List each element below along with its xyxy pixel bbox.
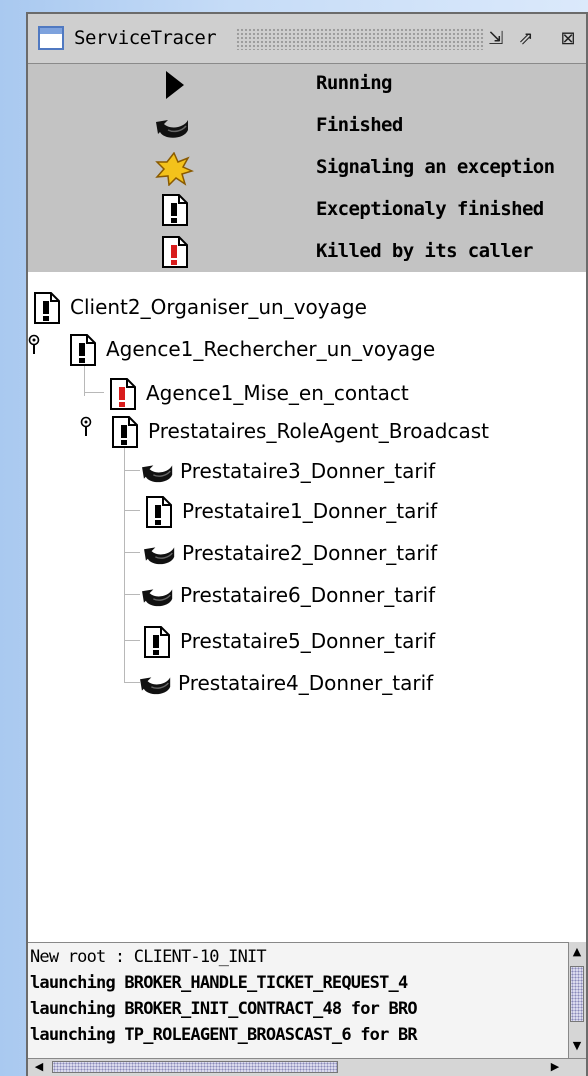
- tree-node-label: Agence1_Rechercher_un_voyage: [106, 337, 436, 361]
- service-tracer-window: ServiceTracer ⇲ ⇗ ⊠ Running Finished Sig…: [26, 12, 588, 1076]
- log-vertical-scrollbar[interactable]: ▲ ▼: [568, 942, 586, 1058]
- scroll-thumb[interactable]: [52, 1061, 338, 1073]
- tree-connector: [124, 640, 140, 641]
- tree-connector: [124, 510, 140, 511]
- expand-toggle-icon[interactable]: [80, 416, 94, 438]
- tree-connector: [124, 552, 140, 553]
- tree-connector: [124, 470, 140, 471]
- scroll-thumb[interactable]: [570, 966, 584, 1022]
- window-title: ServiceTracer: [74, 27, 217, 49]
- maximize-icon[interactable]: ⇗: [514, 27, 538, 51]
- expand-toggle-icon[interactable]: [28, 334, 42, 356]
- exceptionally-finished-icon: [32, 292, 62, 324]
- exceptionally-finished-icon: [68, 334, 98, 366]
- exceptionally-finished-icon: [160, 194, 190, 226]
- scroll-up-icon[interactable]: ▲: [569, 944, 585, 960]
- tree-node-label: Prestataire6_Donner_tarif: [180, 583, 436, 607]
- finished-icon: [142, 538, 180, 570]
- exceptionally-finished-icon: [142, 626, 172, 658]
- signaling-exception-icon: [154, 152, 194, 186]
- tree-node-label: Prestataire5_Donner_tarif: [180, 629, 436, 653]
- title-bar-grip[interactable]: [236, 28, 484, 50]
- log-line: launching BROKER_HANDLE_TICKET_REQUEST_4: [30, 973, 408, 993]
- status-legend: Running Finished Signaling an exception …: [28, 64, 586, 272]
- legend-label: Exceptionaly finished: [316, 198, 544, 220]
- tree-node-label: Client2_Organiser_un_voyage: [70, 295, 367, 319]
- log-horizontal-scrollbar[interactable]: ◀ ▶: [28, 1058, 586, 1076]
- scroll-right-icon[interactable]: ▶: [546, 1059, 564, 1075]
- legend-label: Killed by its caller: [316, 240, 533, 262]
- killed-icon: [108, 378, 138, 410]
- tree-connector: [124, 594, 140, 595]
- window-icon: [38, 26, 64, 50]
- finished-icon: [154, 110, 194, 144]
- service-tree[interactable]: Client2_Organiser_un_voyage Agence1_Rech…: [28, 272, 586, 942]
- scroll-down-icon[interactable]: ▼: [569, 1038, 585, 1054]
- tree-node-label: Prestataire1_Donner_tarif: [182, 499, 438, 523]
- tree-node-label: Agence1_Mise_en_contact: [146, 381, 409, 405]
- legend-label: Signaling an exception: [316, 156, 555, 178]
- running-icon: [154, 68, 194, 102]
- log-line: New root : CLIENT-10_INIT: [30, 947, 267, 967]
- legend-item-killed: Killed by its caller: [28, 232, 586, 274]
- tree-node-label: Prestataire4_Donner_tarif: [178, 671, 434, 695]
- exceptionally-finished-icon: [110, 416, 140, 448]
- finished-icon: [140, 580, 178, 612]
- tree-node-label: Prestataire3_Donner_tarif: [180, 459, 436, 483]
- close-icon[interactable]: ⊠: [556, 27, 580, 51]
- killed-icon: [160, 236, 190, 268]
- tree-node-label: Prestataire2_Donner_tarif: [182, 541, 438, 565]
- tree-connector: [84, 392, 104, 393]
- legend-item-running: Running: [28, 64, 586, 106]
- legend-item-exceptionally-finished: Exceptionaly finished: [28, 190, 586, 232]
- log-line: launching TP_ROLEAGENT_BROASCAST_6 for B…: [30, 1025, 418, 1045]
- minimize-icon[interactable]: ⇲: [484, 27, 508, 51]
- log-line: launching BROKER_INIT_CONTRACT_48 for BR…: [30, 999, 418, 1019]
- tree-node-label: Prestataires_RoleAgent_Broadcast: [148, 419, 489, 443]
- legend-label: Running: [316, 72, 392, 94]
- legend-item-finished: Finished: [28, 106, 586, 148]
- exceptionally-finished-icon: [144, 496, 174, 528]
- finished-icon: [138, 668, 176, 700]
- finished-icon: [140, 456, 178, 488]
- scroll-left-icon[interactable]: ◀: [30, 1059, 48, 1075]
- legend-label: Finished: [316, 114, 403, 136]
- legend-item-signaling: Signaling an exception: [28, 148, 586, 190]
- tree-connector: [124, 434, 125, 682]
- title-bar[interactable]: ServiceTracer ⇲ ⇗ ⊠: [28, 14, 586, 64]
- log-panel[interactable]: New root : CLIENT-10_INIT launching BROK…: [28, 942, 586, 1058]
